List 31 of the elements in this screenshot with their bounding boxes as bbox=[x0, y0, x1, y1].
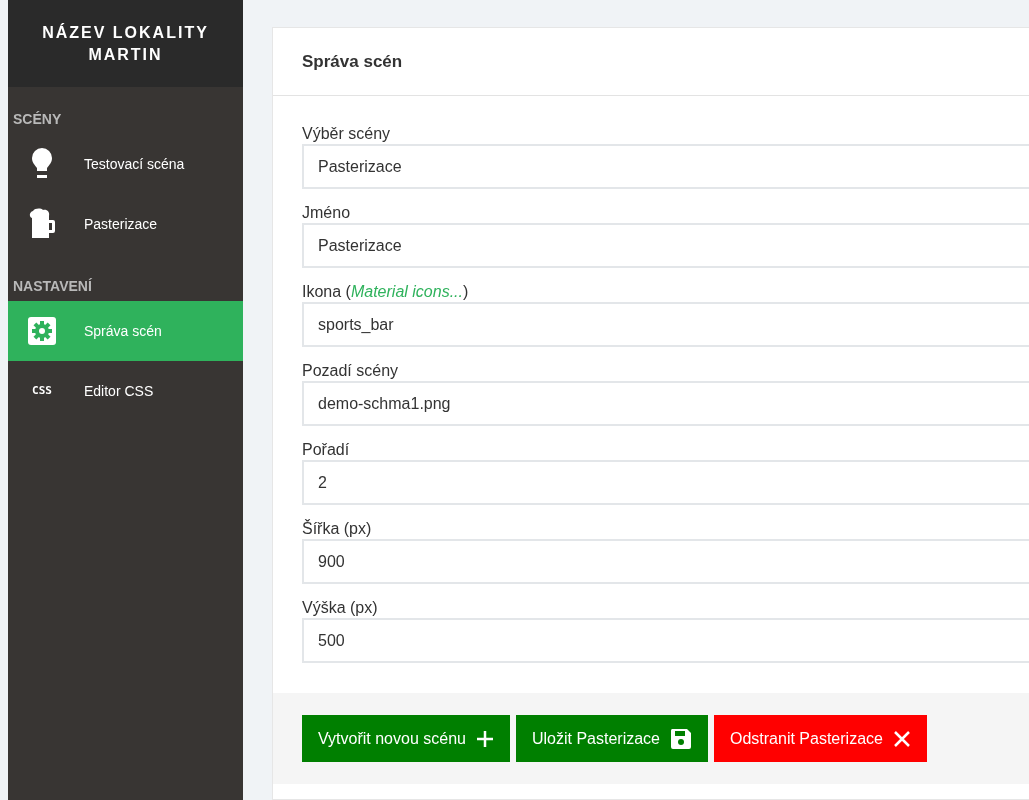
input-field[interactable]: sports_bar bbox=[302, 302, 1029, 347]
section-heading: NASTAVENÍ bbox=[12, 277, 93, 296]
input-field[interactable]: 500 bbox=[302, 618, 1029, 663]
save-icon bbox=[670, 727, 692, 750]
input-field[interactable]: demo-schma1.png bbox=[302, 381, 1029, 426]
field-label: Šířka (px) bbox=[302, 519, 373, 539]
css-icon: CSS bbox=[32, 382, 52, 400]
action-button[interactable]: Odstranit Pasterizace bbox=[714, 715, 927, 762]
input-field[interactable]: 900 bbox=[302, 539, 1029, 584]
section-heading: SCÉNY bbox=[12, 110, 63, 129]
field-label: Výška (px) bbox=[302, 598, 379, 618]
site-title: NÁZEV LOKALITY bbox=[41, 22, 210, 43]
sidebar-item[interactable]: CSS Editor CSS bbox=[8, 361, 243, 421]
field-label: Výběr scény bbox=[302, 124, 392, 144]
field-label: Ikona (Material icons...) bbox=[302, 282, 470, 302]
field-label: Jméno bbox=[302, 203, 352, 223]
action-button[interactable]: Vytvořit novou scénu bbox=[302, 715, 510, 762]
sidebar-item[interactable]: Testovací scéna bbox=[8, 134, 243, 194]
plus-icon bbox=[475, 729, 494, 748]
sidebar-item[interactable]: Pasterizace bbox=[8, 194, 243, 254]
input-field[interactable]: 2 bbox=[302, 460, 1029, 505]
field-label: Pořadí bbox=[302, 440, 351, 460]
action-button[interactable]: Uložit Pasterizace bbox=[515, 715, 708, 762]
gear-icon bbox=[27, 316, 57, 346]
field-label: Pozadí scény bbox=[302, 361, 400, 381]
input-field[interactable]: Pasterizace bbox=[302, 223, 1029, 268]
site-title: MARTIN bbox=[87, 45, 164, 65]
card-title: Správa scén bbox=[302, 52, 403, 71]
lightbulb-icon bbox=[31, 147, 53, 181]
close-icon bbox=[892, 729, 911, 748]
input-field[interactable]: Pasterizace bbox=[302, 144, 1029, 189]
